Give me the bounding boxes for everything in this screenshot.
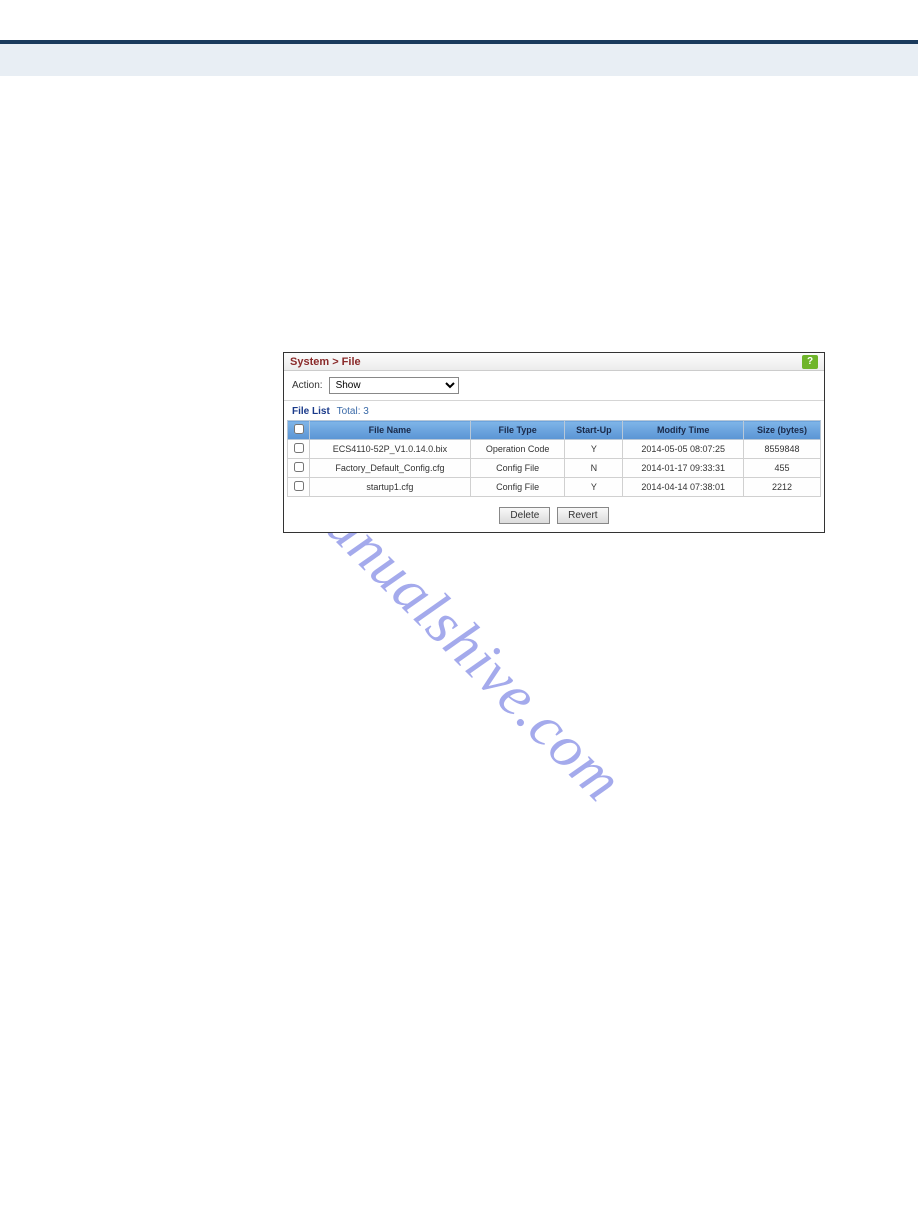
col-header-modify-time: Modify Time <box>623 421 744 440</box>
cell-modify-time: 2014-01-17 09:33:31 <box>623 459 744 478</box>
col-header-file-type: File Type <box>470 421 565 440</box>
help-icon[interactable]: ? <box>802 355 818 369</box>
action-label: Action: <box>292 380 323 391</box>
file-list-total: Total: 3 <box>337 406 369 417</box>
cell-file-type: Config File <box>470 478 565 497</box>
cell-file-name: ECS4110-52P_V1.0.14.0.bix <box>310 440 471 459</box>
action-select[interactable]: Show <box>329 377 459 394</box>
cell-file-type: Operation Code <box>470 440 565 459</box>
file-list-header: File List Total: 3 <box>284 401 824 420</box>
cell-start-up: Y <box>565 440 623 459</box>
file-panel: System > File ? Action: Show File List T… <box>283 352 825 533</box>
table-row: Factory_Default_Config.cfg Config File N… <box>288 459 821 478</box>
cell-modify-time: 2014-04-14 07:38:01 <box>623 478 744 497</box>
col-header-file-name: File Name <box>310 421 471 440</box>
action-row: Action: Show <box>284 371 824 401</box>
cell-start-up: Y <box>565 478 623 497</box>
cell-size: 2212 <box>744 478 821 497</box>
delete-button[interactable]: Delete <box>499 507 550 524</box>
row-checkbox[interactable] <box>294 443 304 453</box>
select-all-checkbox[interactable] <box>294 424 304 434</box>
row-checkbox[interactable] <box>294 481 304 491</box>
cell-modify-time: 2014-05-05 08:07:25 <box>623 440 744 459</box>
table-header-row: File Name File Type Start-Up Modify Time… <box>288 421 821 440</box>
cell-file-name: Factory_Default_Config.cfg <box>310 459 471 478</box>
col-header-select-all <box>288 421 310 440</box>
file-list-title: File List <box>292 406 330 417</box>
revert-button[interactable]: Revert <box>557 507 608 524</box>
col-header-size: Size (bytes) <box>744 421 821 440</box>
cell-start-up: N <box>565 459 623 478</box>
cell-size: 8559848 <box>744 440 821 459</box>
cell-size: 455 <box>744 459 821 478</box>
file-table: File Name File Type Start-Up Modify Time… <box>287 420 821 497</box>
table-row: startup1.cfg Config File Y 2014-04-14 07… <box>288 478 821 497</box>
col-header-start-up: Start-Up <box>565 421 623 440</box>
table-row: ECS4110-52P_V1.0.14.0.bix Operation Code… <box>288 440 821 459</box>
cell-file-name: startup1.cfg <box>310 478 471 497</box>
page-header-band <box>0 44 918 76</box>
row-checkbox[interactable] <box>294 462 304 472</box>
cell-file-type: Config File <box>470 459 565 478</box>
button-row: Delete Revert <box>284 503 824 532</box>
breadcrumb: System > File <box>290 356 361 368</box>
panel-header: System > File ? <box>284 353 824 371</box>
